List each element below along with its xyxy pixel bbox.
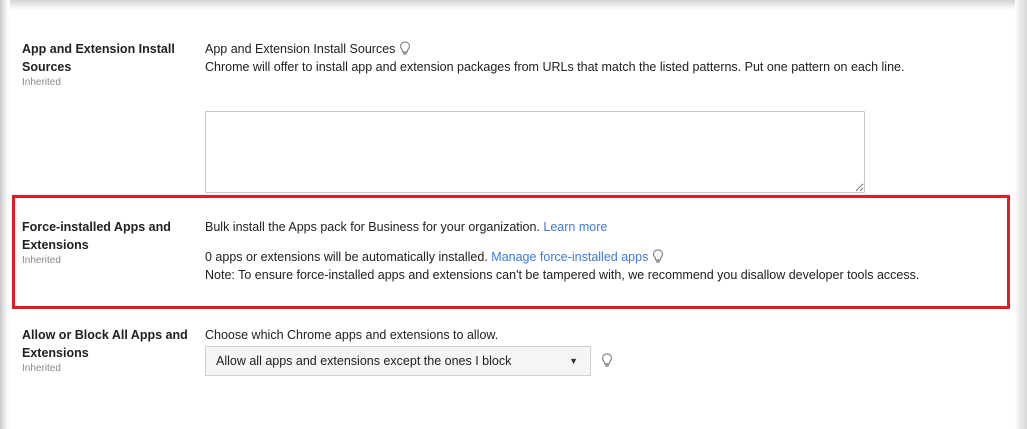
- allow-block-description: Choose which Chrome apps and extensions …: [205, 328, 499, 342]
- top-shadow: [0, 0, 1027, 10]
- allow-block-content: Choose which Chrome apps and extensions …: [205, 326, 1005, 386]
- bulk-install-text: Bulk install the Apps pack for Business …: [205, 220, 540, 234]
- install-sources-status: Inherited: [22, 77, 61, 88]
- left-shadow: [0, 0, 10, 429]
- install-sources-description: Chrome will offer to install app and ext…: [205, 60, 905, 74]
- allow-block-select-value: Allow all apps and extensions except the…: [216, 354, 512, 368]
- allow-block-status: Inherited: [22, 363, 61, 374]
- install-sources-textarea[interactable]: [205, 111, 865, 193]
- install-sources-content: App and Extension Install Sources Chrome…: [205, 40, 1005, 76]
- force-installed-content: Bulk install the Apps pack for Business …: [205, 218, 1005, 284]
- developer-tools-note: Note: To ensure force-installed apps and…: [205, 268, 920, 282]
- allow-block-select[interactable]: Allow all apps and extensions except the…: [205, 346, 591, 376]
- install-sources-label: App and Extension Install Sources Inheri…: [22, 40, 194, 90]
- allow-block-title-line1: Allow or Block All Apps and: [22, 328, 188, 342]
- allow-block-title-line2: Extensions: [22, 346, 89, 360]
- lightbulb-icon[interactable]: [652, 249, 664, 263]
- right-shadow: [1015, 0, 1027, 429]
- install-sources-title-line1: App and Extension Install: [22, 42, 175, 56]
- learn-more-link[interactable]: Learn more: [543, 220, 607, 234]
- install-sources-title-line2: Sources: [22, 60, 72, 74]
- force-installed-title-line1: Force-installed Apps and: [22, 220, 171, 234]
- force-installed-setting: Force-installed Apps and Extensions Inhe…: [10, 218, 1015, 298]
- dropdown-arrow-icon: ▼: [569, 356, 578, 366]
- allow-block-setting: Allow or Block All Apps and Extensions I…: [10, 326, 1015, 406]
- manage-force-installed-link[interactable]: Manage force-installed apps: [491, 250, 648, 264]
- force-installed-label: Force-installed Apps and Extensions Inhe…: [22, 218, 194, 268]
- lightbulb-icon[interactable]: [399, 41, 411, 55]
- auto-install-count-text: 0 apps or extensions will be automatical…: [205, 250, 488, 264]
- lightbulb-icon[interactable]: [601, 353, 613, 367]
- install-sources-heading: App and Extension Install Sources: [205, 42, 396, 56]
- install-sources-setting: App and Extension Install Sources Inheri…: [10, 40, 1015, 193]
- force-installed-title-line2: Extensions: [22, 238, 89, 252]
- force-installed-status: Inherited: [22, 255, 61, 266]
- allow-block-label: Allow or Block All Apps and Extensions I…: [22, 326, 194, 376]
- policy-settings-panel: App and Extension Install Sources Inheri…: [0, 0, 1027, 429]
